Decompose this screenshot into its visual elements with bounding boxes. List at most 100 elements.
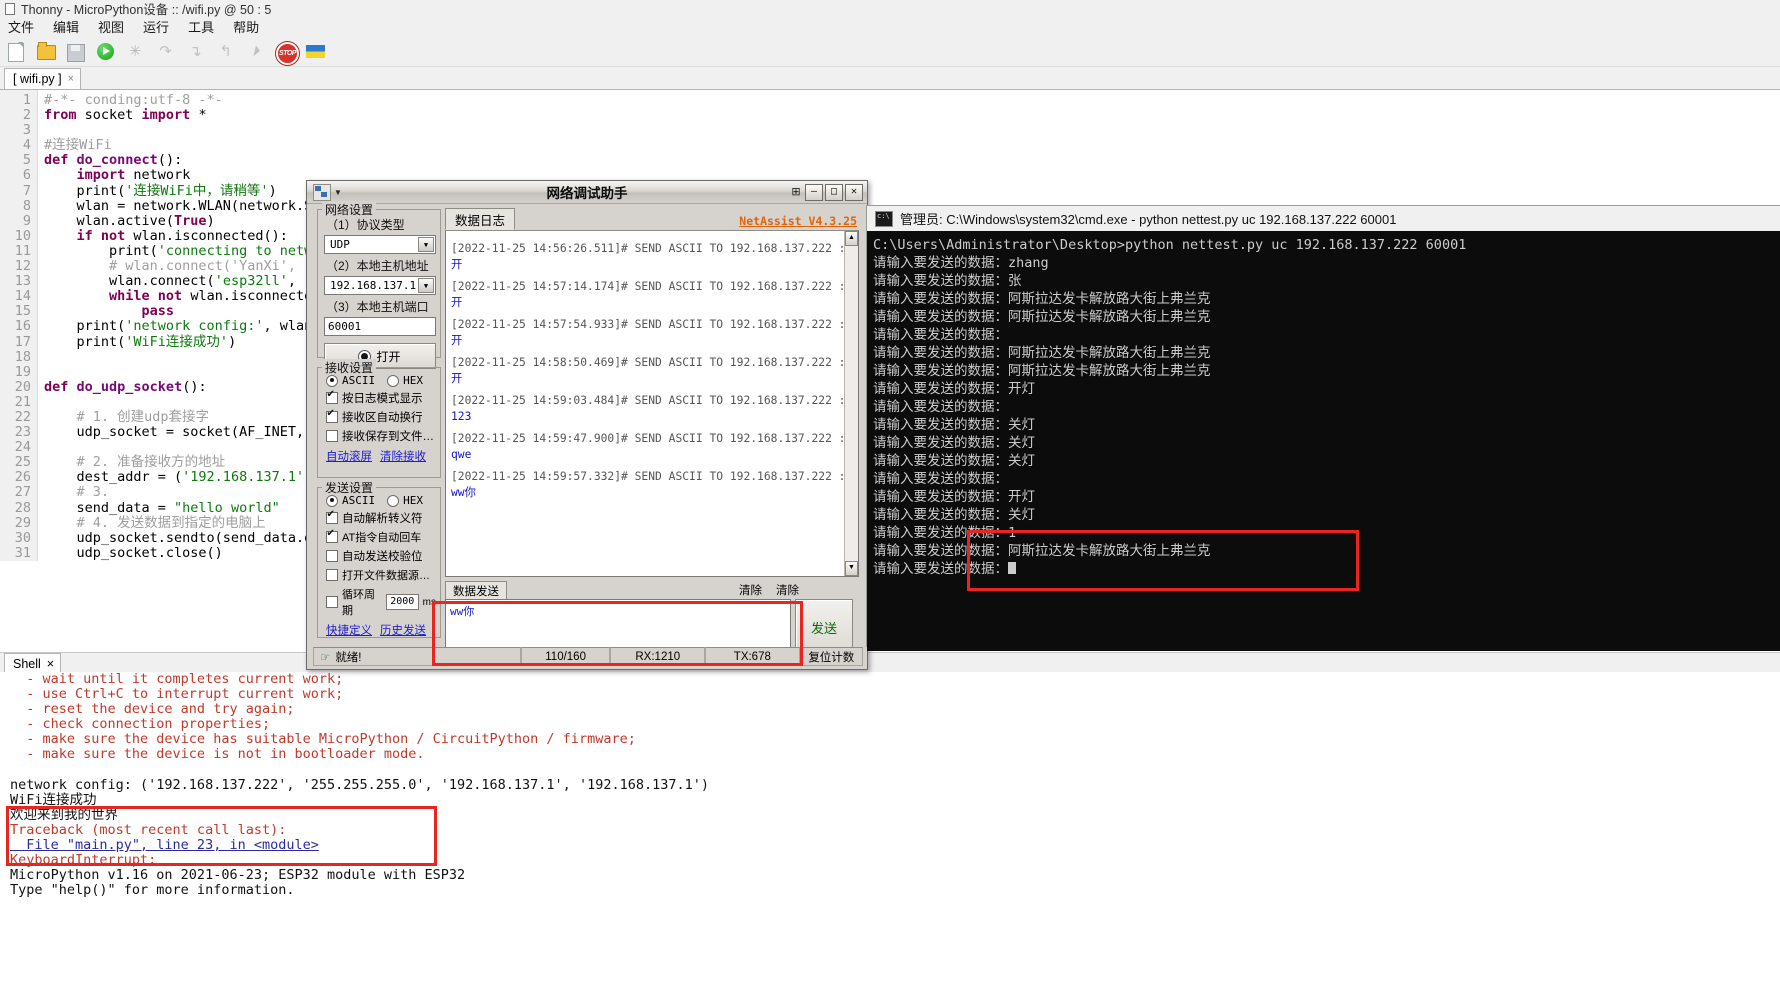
step-into-icon[interactable]: ↴ xyxy=(185,41,206,62)
netassist-window: ▼ 网络调试助手 ⊞ – □ ✕ 网络设置 （1）协议类型 UDP ▼ （2）本… xyxy=(306,180,868,670)
reset-counter-button[interactable]: 复位计数 xyxy=(799,647,864,666)
cmd-line: 请输入要发送的数据：阿斯拉达发卡解放路大街上弗兰克 xyxy=(873,291,1211,307)
scroll-up-icon[interactable]: ▲ xyxy=(845,231,858,246)
shell-line: Type "help()" for more information. xyxy=(10,882,295,899)
send-ascii-radio[interactable] xyxy=(326,494,338,507)
cmd-line: 请输入要发送的数据：阿斯拉达发卡解放路大街上弗兰克 xyxy=(873,543,1211,559)
shell-output[interactable]: - wait until it completes current work; … xyxy=(0,672,1780,1008)
code-line[interactable]: #-*- conding:utf-8 -*- xyxy=(44,92,467,108)
receive-ascii-radio[interactable] xyxy=(326,374,338,387)
cmd-line: 请输入要发送的数据：阿斯拉达发卡解放路大街上弗兰克 xyxy=(873,363,1211,379)
send-hex-radio[interactable] xyxy=(387,494,400,507)
loop-period-checkbox[interactable] xyxy=(326,596,338,608)
cmd-window-title: 管理员: C:\Windows\system32\cmd.exe - pytho… xyxy=(900,212,1397,227)
code-line[interactable]: #连接WiFi xyxy=(44,138,467,153)
protocol-select[interactable]: UDP ▼ xyxy=(324,235,436,254)
netassist-titlebar[interactable]: ▼ 网络调试助手 ⊞ – □ ✕ xyxy=(307,181,867,204)
thonny-titlebar: Thonny - MicroPython设备 :: /wifi.py @ 50 … xyxy=(0,0,1780,17)
log-payload-line: 开 xyxy=(451,334,463,347)
cmd-line: 请输入要发送的数据：开灯 xyxy=(873,381,1035,397)
netassist-statusbar: ☞ 就绪! 110/160 RX:1210 TX:678 复位计数 xyxy=(313,647,864,666)
menu-help[interactable]: 帮助 xyxy=(233,17,259,36)
stop-button[interactable]: STOP xyxy=(275,41,299,65)
code-line[interactable]: from socket import * xyxy=(44,107,467,123)
loop-period-input[interactable]: 2000 xyxy=(385,594,419,610)
line-number: 9 xyxy=(22,212,31,229)
escape-parse-checkbox[interactable] xyxy=(326,509,338,524)
auto-wrap-checkbox[interactable] xyxy=(326,408,338,423)
save-to-file-checkbox[interactable] xyxy=(326,430,338,442)
shell-line: - wait until it completes current work; xyxy=(10,672,344,687)
cmd-line: 请输入要发送的数据： xyxy=(873,560,1780,578)
chevron-down-icon[interactable]: ▼ xyxy=(418,278,434,293)
at-cr-checkbox[interactable] xyxy=(326,528,338,543)
resume-icon[interactable]: ⏵ xyxy=(245,41,266,62)
checksum-checkbox[interactable] xyxy=(326,550,338,562)
debug-button[interactable]: ✳ xyxy=(125,41,146,62)
step-over-icon[interactable]: ↷ xyxy=(155,41,176,62)
data-log-view[interactable]: [2022-11-25 14:56:26.511]# SEND ASCII TO… xyxy=(445,231,859,577)
line-number: 17 xyxy=(14,333,31,350)
file-source-checkbox[interactable] xyxy=(326,569,338,581)
chevron-down-icon[interactable]: ▼ xyxy=(418,237,434,252)
run-button[interactable] xyxy=(95,41,116,62)
receive-hex-radio[interactable] xyxy=(387,374,400,387)
line-number: 28 xyxy=(14,499,31,516)
clear-receive-link[interactable]: 清除接收 xyxy=(380,448,426,464)
autoscroll-link[interactable]: 自动滚屏 xyxy=(326,448,372,464)
clear-label-1[interactable]: 清除 xyxy=(739,582,762,598)
at-cr-row[interactable]: AT指令自动回车 xyxy=(326,528,436,545)
local-host-label: （2）本地主机地址 xyxy=(326,259,429,273)
line-number: 11 xyxy=(14,242,31,259)
network-settings-title: 网络设置 xyxy=(322,201,377,218)
log-mode-checkbox[interactable] xyxy=(326,389,338,404)
tab-data-send[interactable]: 数据发送 xyxy=(445,581,507,599)
tab-wifi-py[interactable]: [ wifi.py ] × xyxy=(4,68,82,89)
tab-data-log[interactable]: 数据日志 xyxy=(445,208,516,230)
cmd-console-output[interactable]: C:\Users\Administrator\Desktop>python ne… xyxy=(867,231,1780,651)
loop-period-row[interactable]: 循环周期 2000 ms xyxy=(326,586,436,618)
send-input[interactable]: ww你 xyxy=(445,599,791,654)
close-button[interactable]: ✕ xyxy=(845,183,863,201)
tab-shell[interactable]: Shell × xyxy=(4,653,62,673)
save-file-button[interactable] xyxy=(65,41,86,62)
menu-run[interactable]: 运行 xyxy=(143,17,169,36)
new-file-button[interactable] xyxy=(5,41,26,62)
open-file-button[interactable] xyxy=(35,41,56,62)
menu-view[interactable]: 视图 xyxy=(98,17,124,36)
escape-parse-row[interactable]: 自动解析转义符 xyxy=(326,509,436,526)
step-out-icon[interactable]: ↰ xyxy=(215,41,236,62)
close-icon[interactable]: × xyxy=(47,657,54,671)
maximize-button[interactable]: □ xyxy=(825,183,843,201)
save-to-file-row[interactable]: 接收保存到文件… xyxy=(326,428,436,444)
line-number: 4 xyxy=(22,137,31,154)
close-icon[interactable]: × xyxy=(68,73,74,85)
menu-file[interactable]: 文件 xyxy=(8,17,34,36)
log-mode-row[interactable]: 按日志模式显示 xyxy=(326,389,436,406)
cmd-line: 请输入要发送的数据：关灯 xyxy=(873,453,1035,469)
clear-label-2[interactable]: 清除 xyxy=(776,582,799,598)
menu-tools[interactable]: 工具 xyxy=(188,17,214,36)
code-line[interactable]: def do_connect(): xyxy=(44,153,467,168)
netassist-brand-label: NetAssist V4.3.25 xyxy=(739,214,857,228)
history-send-link[interactable]: 历史发送 xyxy=(380,622,426,638)
local-host-select[interactable]: 192.168.137.1 ▼ xyxy=(324,276,436,295)
flag-icon[interactable] xyxy=(305,41,326,62)
line-number: 1 xyxy=(22,92,31,108)
checksum-row[interactable]: 自动发送校验位 xyxy=(326,548,436,564)
file-source-row[interactable]: 打开文件数据源… xyxy=(326,567,436,583)
log-scrollbar[interactable]: ▲ ▼ xyxy=(844,231,858,576)
local-port-input[interactable]: 60001 xyxy=(324,317,436,336)
line-number: 13 xyxy=(14,273,31,290)
pin-icon[interactable]: ⊞ xyxy=(789,185,803,200)
minimize-button[interactable]: – xyxy=(805,183,823,201)
cmd-app-icon xyxy=(875,210,893,227)
shortcut-define-link[interactable]: 快捷定义 xyxy=(326,622,372,638)
thonny-app-icon xyxy=(3,2,16,15)
scroll-down-icon[interactable]: ▼ xyxy=(845,561,858,576)
line-number: 10 xyxy=(14,227,31,244)
log-payload-line: 开 xyxy=(451,372,463,385)
log-payload-line: qwe xyxy=(451,448,472,461)
auto-wrap-row[interactable]: 接收区自动换行 xyxy=(326,408,436,425)
menu-edit[interactable]: 编辑 xyxy=(53,17,79,36)
